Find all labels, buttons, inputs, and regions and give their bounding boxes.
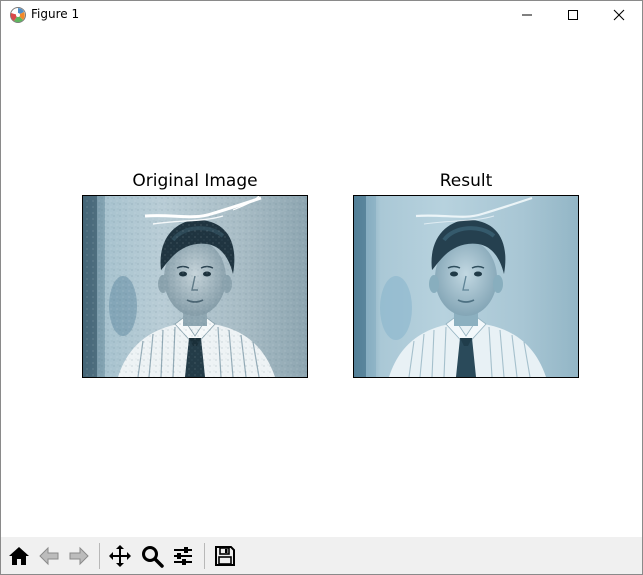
original-image [82, 195, 308, 378]
navigation-toolbar [1, 537, 642, 574]
minimize-icon [522, 14, 532, 16]
pan-button[interactable] [105, 541, 135, 571]
window-title: Figure 1 [31, 7, 80, 21]
figure-canvas[interactable]: Original Image Result [1, 29, 642, 537]
save-icon [215, 546, 235, 566]
result-image [353, 195, 579, 378]
matplotlib-logo-icon [9, 6, 27, 24]
configure-subplots-button[interactable] [168, 541, 198, 571]
close-icon [613, 9, 625, 21]
pan-icon [109, 545, 131, 567]
minimize-button[interactable] [504, 1, 550, 29]
forward-icon [69, 546, 89, 566]
close-button[interactable] [596, 1, 642, 29]
maximize-icon [568, 10, 578, 20]
maximize-button[interactable] [550, 1, 596, 29]
home-button[interactable] [4, 541, 34, 571]
right-panel-title: Result [439, 171, 493, 191]
configure-subplots-icon [174, 547, 192, 565]
title-bar: Figure 1 [1, 1, 642, 29]
forward-button[interactable] [64, 541, 94, 571]
back-icon [39, 546, 59, 566]
zoom-button[interactable] [137, 541, 167, 571]
home-icon [9, 547, 29, 565]
left-panel-title: Original Image [132, 171, 258, 191]
zoom-icon [142, 546, 164, 568]
figure-window: Figure 1 Original Image Result [0, 0, 643, 575]
save-button[interactable] [210, 541, 240, 571]
toolbar-separator [204, 543, 205, 569]
back-button[interactable] [34, 541, 64, 571]
toolbar-separator [99, 543, 100, 569]
